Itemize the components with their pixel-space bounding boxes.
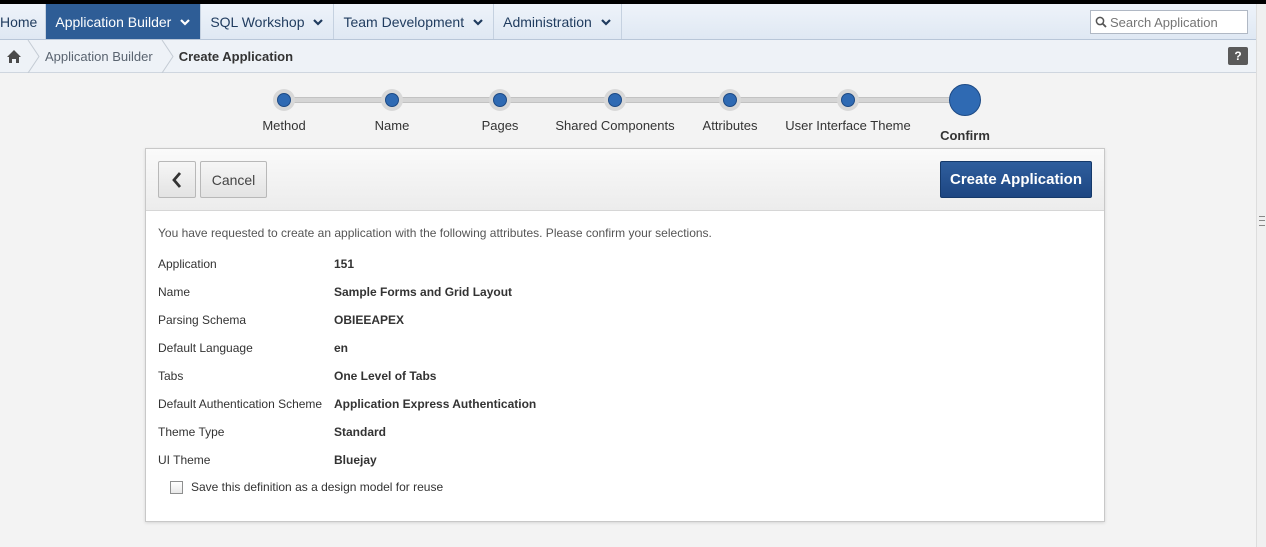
attribute-value: OBIEEAPEX bbox=[334, 313, 405, 327]
wizard-step-dot-current bbox=[949, 84, 981, 116]
attribute-label: Theme Type bbox=[158, 425, 225, 439]
wizard-step-label: Confirm bbox=[940, 128, 990, 143]
breadcrumb-separator bbox=[161, 39, 174, 73]
attribute-row: UI Theme Bluejay bbox=[158, 446, 1092, 474]
nav-sql-workshop[interactable]: SQL Workshop bbox=[201, 4, 335, 39]
vertical-scrollbar[interactable] bbox=[1256, 4, 1266, 547]
breadcrumb-separator bbox=[27, 39, 40, 73]
scrollbar-grip[interactable] bbox=[1259, 216, 1265, 226]
chevron-down-icon bbox=[473, 18, 483, 26]
attribute-label: Default Language bbox=[158, 341, 253, 355]
wizard-step-dot bbox=[719, 89, 741, 111]
attribute-row: Application 151 bbox=[158, 250, 1092, 278]
nav-team-development[interactable]: Team Development bbox=[334, 4, 495, 39]
confirm-panel: Cancel Create Application You have reque… bbox=[145, 148, 1105, 522]
help-button[interactable]: ? bbox=[1228, 47, 1248, 65]
nav-home-label: Home bbox=[0, 13, 38, 30]
create-application-button[interactable]: Create Application bbox=[940, 161, 1092, 198]
attribute-value: Application Express Authentication bbox=[334, 397, 537, 411]
help-icon: ? bbox=[1234, 49, 1242, 63]
attribute-row: Name Sample Forms and Grid Layout bbox=[158, 278, 1092, 306]
attribute-value: Bluejay bbox=[334, 453, 377, 467]
attribute-label: Tabs bbox=[158, 369, 184, 383]
wizard-progress: Method Name Pages Shared Components Attr… bbox=[0, 84, 1256, 144]
save-design-model-checkbox[interactable] bbox=[170, 480, 183, 494]
nav-home[interactable]: Home bbox=[0, 4, 47, 39]
panel-toolbar: Cancel Create Application bbox=[146, 149, 1104, 211]
wizard-step-dot bbox=[381, 89, 403, 111]
search-box[interactable] bbox=[1090, 10, 1248, 34]
panel-body: You have requested to create an applicat… bbox=[146, 211, 1104, 494]
breadcrumb: Application Builder Create Application ? bbox=[0, 39, 1256, 73]
breadcrumb-current-page: Create Application bbox=[178, 48, 294, 64]
attribute-value: Sample Forms and Grid Layout bbox=[334, 285, 513, 299]
nav-application-builder-label: Application Builder bbox=[55, 13, 172, 30]
wizard-step-dot bbox=[273, 89, 295, 111]
breadcrumb-home[interactable] bbox=[0, 40, 27, 73]
attribute-label: Parsing Schema bbox=[158, 313, 247, 327]
wizard-step-confirm: Confirm bbox=[895, 84, 1035, 143]
home-icon bbox=[6, 49, 21, 63]
back-button[interactable] bbox=[158, 161, 196, 198]
save-design-model-label[interactable]: Save this definition as a design model f… bbox=[191, 480, 443, 494]
wizard-step-dot bbox=[837, 89, 859, 111]
search-icon bbox=[1095, 16, 1107, 28]
wizard-step-dot bbox=[604, 89, 626, 111]
attribute-row: Tabs One Level of Tabs bbox=[158, 362, 1092, 390]
attribute-row: Default Authentication Scheme Applicatio… bbox=[158, 390, 1092, 418]
attribute-row: Theme Type Standard bbox=[158, 418, 1092, 446]
attribute-value: en bbox=[334, 341, 349, 355]
breadcrumb-application-builder[interactable]: Application Builder bbox=[41, 49, 161, 64]
chevron-down-icon bbox=[313, 18, 324, 26]
attribute-value: 151 bbox=[334, 257, 355, 271]
attribute-row: Default Language en bbox=[158, 334, 1092, 362]
attribute-label: Name bbox=[158, 285, 191, 299]
attribute-label: Default Authentication Scheme bbox=[158, 397, 323, 411]
chevron-down-icon bbox=[601, 18, 611, 26]
save-design-model-row: Save this definition as a design model f… bbox=[170, 480, 1092, 494]
search-input[interactable] bbox=[1110, 14, 1240, 30]
attribute-label: Application bbox=[158, 257, 217, 271]
attribute-value: One Level of Tabs bbox=[334, 369, 437, 383]
nav-team-development-label: Team Development bbox=[343, 13, 465, 30]
attribute-row: Parsing Schema OBIEEAPEX bbox=[158, 306, 1092, 334]
confirm-intro-text: You have requested to create an applicat… bbox=[158, 226, 712, 240]
nav-sql-workshop-label: SQL Workshop bbox=[210, 13, 305, 30]
nav-administration[interactable]: Administration bbox=[494, 4, 622, 39]
attribute-label: UI Theme bbox=[158, 453, 211, 467]
top-navigation: Home Application Builder SQL Workshop Te… bbox=[0, 4, 1256, 40]
wizard-step-dot bbox=[489, 89, 511, 111]
attribute-value: Standard bbox=[334, 425, 387, 439]
nav-application-builder[interactable]: Application Builder bbox=[46, 4, 202, 39]
nav-administration-label: Administration bbox=[503, 13, 592, 30]
chevron-left-icon bbox=[172, 171, 182, 188]
chevron-down-icon bbox=[180, 18, 191, 26]
cancel-button[interactable]: Cancel bbox=[200, 161, 267, 198]
